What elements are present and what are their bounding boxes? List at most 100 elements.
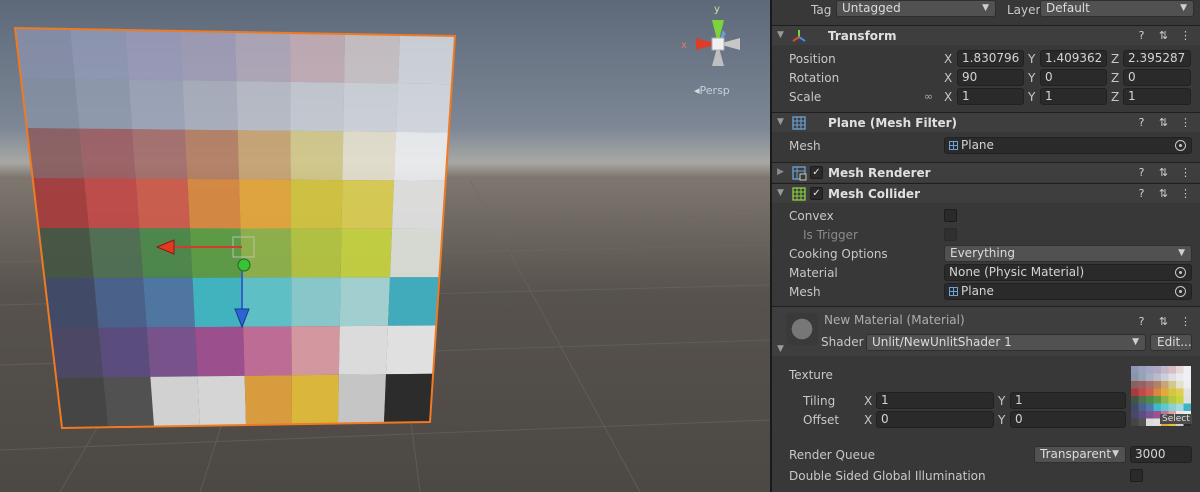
layer-label: Layer bbox=[1007, 2, 1041, 17]
tiling-y-field[interactable]: 1 bbox=[1010, 392, 1126, 409]
texture-thumb-cell bbox=[1183, 381, 1191, 389]
mesh-collider-enabled-checkbox[interactable]: ✓ bbox=[810, 187, 823, 200]
rotation-y-field[interactable]: 0 bbox=[1040, 69, 1107, 86]
component-actions: ? ⇅ ⋮ bbox=[1135, 187, 1192, 200]
rotation-z-field[interactable]: 0 bbox=[1123, 69, 1191, 86]
texture-thumb-cell bbox=[1138, 396, 1146, 404]
move-gizmo[interactable] bbox=[0, 0, 770, 492]
cooking-options-dropdown[interactable]: Everything ▼ bbox=[944, 245, 1192, 262]
tag-label: Tag bbox=[811, 2, 832, 17]
z-axis-arrow[interactable] bbox=[234, 308, 250, 329]
tiling-x-field[interactable]: 1 bbox=[876, 392, 994, 409]
position-label: Position bbox=[789, 51, 836, 66]
texture-label: Texture bbox=[789, 367, 833, 382]
help-icon[interactable]: ? bbox=[1135, 116, 1148, 129]
texture-thumb-cell bbox=[1183, 373, 1191, 381]
offset-x-field[interactable]: 0 bbox=[876, 411, 994, 428]
mesh-renderer-header[interactable]: ▶ ✓ Mesh Renderer ? ⇅ ⋮ bbox=[772, 162, 1200, 182]
help-icon[interactable]: ? bbox=[1135, 187, 1148, 200]
position-y-field[interactable]: 1.409362 bbox=[1040, 50, 1107, 67]
object-picker-icon[interactable] bbox=[1175, 140, 1186, 151]
fold-arrow-icon[interactable]: ▼ bbox=[777, 344, 784, 354]
physic-material-field[interactable]: None (Physic Material) bbox=[944, 264, 1192, 281]
scale-z-field[interactable]: 1 bbox=[1123, 88, 1191, 105]
texture-thumb-cell bbox=[1153, 396, 1161, 404]
scale-x-field[interactable]: 1 bbox=[957, 88, 1024, 105]
texture-thumb-cell bbox=[1153, 403, 1161, 411]
preset-icon[interactable]: ⇅ bbox=[1157, 187, 1170, 200]
mesh-collider-header[interactable]: ▼ ✓ Mesh Collider ? ⇅ ⋮ bbox=[772, 183, 1200, 203]
dsgi-checkbox[interactable] bbox=[1130, 469, 1143, 482]
object-picker-icon[interactable] bbox=[1175, 267, 1186, 278]
preset-icon[interactable]: ⇅ bbox=[1157, 166, 1170, 179]
x-axis-arrow[interactable] bbox=[155, 239, 175, 255]
more-menu-icon[interactable]: ⋮ bbox=[1179, 166, 1192, 179]
layer-dropdown[interactable]: Default ▼ bbox=[1040, 0, 1194, 17]
mesh-filter-header[interactable]: ▼ Plane (Mesh Filter) ? ⇅ ⋮ bbox=[772, 112, 1200, 132]
material-preview-thumbnail[interactable] bbox=[786, 313, 818, 345]
texture-thumb-cell bbox=[1138, 373, 1146, 381]
texture-thumb-cell bbox=[1168, 388, 1176, 396]
component-actions: ? ⇅ ⋮ bbox=[1135, 116, 1192, 129]
projection-label[interactable]: ◂Persp bbox=[694, 84, 730, 97]
preset-icon[interactable]: ⇅ bbox=[1157, 29, 1170, 42]
texture-thumb-cell bbox=[1131, 366, 1139, 374]
transform-header[interactable]: ▼ Transform ? ⇅ ⋮ bbox=[772, 25, 1200, 45]
position-z-field[interactable]: 2.395287 bbox=[1123, 50, 1191, 67]
fold-arrow-right-icon[interactable]: ▶ bbox=[777, 167, 784, 177]
collider-mesh-field[interactable]: Plane bbox=[944, 283, 1192, 300]
texture-select-button[interactable]: Select bbox=[1160, 414, 1192, 424]
fold-arrow-icon[interactable]: ▼ bbox=[777, 188, 784, 198]
mesh-object-field[interactable]: Plane bbox=[944, 137, 1192, 154]
collider-mesh-value: Plane bbox=[961, 284, 994, 298]
rotation-x-field[interactable]: 90 bbox=[957, 69, 1024, 86]
shader-label: Shader bbox=[821, 335, 864, 349]
help-icon[interactable]: ? bbox=[1135, 166, 1148, 179]
position-row: Position X 1.830796 Y 1.409362 Z 2.39528… bbox=[772, 49, 1200, 68]
convex-checkbox[interactable] bbox=[944, 209, 957, 222]
render-queue-field[interactable]: 3000 bbox=[1130, 446, 1192, 463]
texture-thumb-cell bbox=[1168, 381, 1176, 389]
collider-mesh-row: Mesh Plane bbox=[772, 282, 1200, 301]
x-axis-label: x bbox=[681, 40, 687, 51]
more-menu-icon[interactable]: ⋮ bbox=[1179, 29, 1192, 42]
dsgi-label: Double Sided Global Illumination bbox=[789, 468, 986, 483]
cooking-options-row: Cooking Options Everything ▼ bbox=[772, 244, 1200, 263]
shader-dropdown[interactable]: Unlit/NewUnlitShader 1 ▼ bbox=[866, 334, 1146, 351]
more-menu-icon[interactable]: ⋮ bbox=[1179, 187, 1192, 200]
offset-label: Offset bbox=[803, 412, 840, 427]
transform-title: Transform bbox=[828, 28, 897, 43]
axis-x-label: X bbox=[944, 51, 953, 66]
more-menu-icon[interactable]: ⋮ bbox=[1179, 315, 1192, 328]
chevron-down-icon: ▼ bbox=[1132, 337, 1139, 347]
offset-y-field[interactable]: 0 bbox=[1010, 411, 1126, 428]
constrain-link-icon[interactable]: ∞ bbox=[924, 90, 933, 103]
orientation-gizmo[interactable]: y x bbox=[676, 0, 756, 80]
texture-thumb-cell bbox=[1138, 366, 1146, 374]
preset-icon[interactable]: ⇅ bbox=[1157, 116, 1170, 129]
object-picker-icon[interactable] bbox=[1175, 286, 1186, 297]
scale-y-field[interactable]: 1 bbox=[1040, 88, 1107, 105]
chevron-down-icon: ▼ bbox=[982, 3, 989, 13]
physic-material-row: Material None (Physic Material) bbox=[772, 263, 1200, 282]
is-trigger-label: Is Trigger bbox=[803, 227, 858, 242]
edit-shader-button[interactable]: Edit... bbox=[1150, 334, 1192, 351]
axis-y-label: Y bbox=[1028, 51, 1036, 66]
preset-icon[interactable]: ⇅ bbox=[1157, 315, 1170, 328]
rotation-row: Rotation X 90 Y 0 Z 0 bbox=[772, 68, 1200, 87]
tag-dropdown[interactable]: Untagged ▼ bbox=[836, 0, 996, 17]
texture-thumb-cell bbox=[1161, 373, 1169, 381]
mesh-renderer-enabled-checkbox[interactable]: ✓ bbox=[810, 166, 823, 179]
help-icon[interactable]: ? bbox=[1135, 315, 1148, 328]
center-cube[interactable] bbox=[711, 37, 725, 51]
render-queue-dropdown[interactable]: Transparent ▼ bbox=[1034, 446, 1126, 463]
fold-arrow-icon[interactable]: ▼ bbox=[777, 117, 784, 127]
scene-view[interactable]: y x ◂Persp bbox=[0, 0, 770, 492]
help-icon[interactable]: ? bbox=[1135, 29, 1148, 42]
texture-thumb-cell bbox=[1176, 366, 1184, 374]
y-axis-handle[interactable] bbox=[237, 258, 251, 272]
more-menu-icon[interactable]: ⋮ bbox=[1179, 116, 1192, 129]
position-x-field[interactable]: 1.830796 bbox=[957, 50, 1024, 67]
fold-arrow-icon[interactable]: ▼ bbox=[777, 30, 784, 40]
mesh-asset-icon bbox=[949, 287, 958, 296]
